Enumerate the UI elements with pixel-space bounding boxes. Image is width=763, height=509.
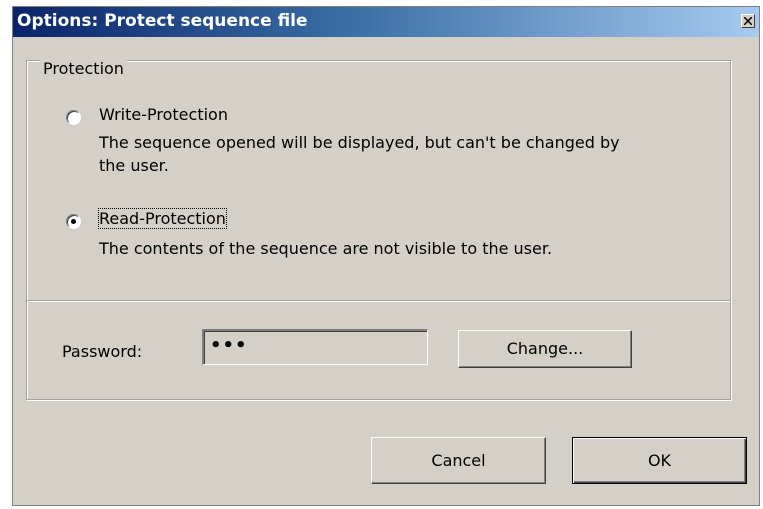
read-protection-radio[interactable] — [66, 214, 81, 229]
write-protection-radio[interactable] — [66, 110, 81, 125]
write-protection-description-line2: the user. — [99, 156, 169, 175]
read-protection-label[interactable]: Read-Protection — [98, 208, 227, 229]
write-protection-label[interactable]: Write-Protection — [99, 105, 228, 124]
password-label: Password: — [62, 342, 143, 361]
protection-group-label: Protection — [40, 59, 127, 78]
read-protection-description: The contents of the sequence are not vis… — [99, 239, 553, 258]
password-field[interactable]: ••• — [202, 329, 428, 365]
change-password-button[interactable]: Change... — [458, 330, 632, 368]
write-protection-description-line1: The sequence opened will be displayed, b… — [99, 133, 620, 152]
dialog-title: Options: Protect sequence file — [17, 11, 308, 31]
cancel-button[interactable]: Cancel — [371, 437, 546, 484]
close-icon — [744, 17, 752, 25]
title-bar[interactable]: Options: Protect sequence file — [13, 7, 759, 37]
radio-selected-dot — [71, 219, 76, 224]
close-button[interactable] — [741, 14, 755, 28]
ok-button[interactable]: OK — [572, 437, 747, 484]
group-separator — [27, 300, 730, 302]
